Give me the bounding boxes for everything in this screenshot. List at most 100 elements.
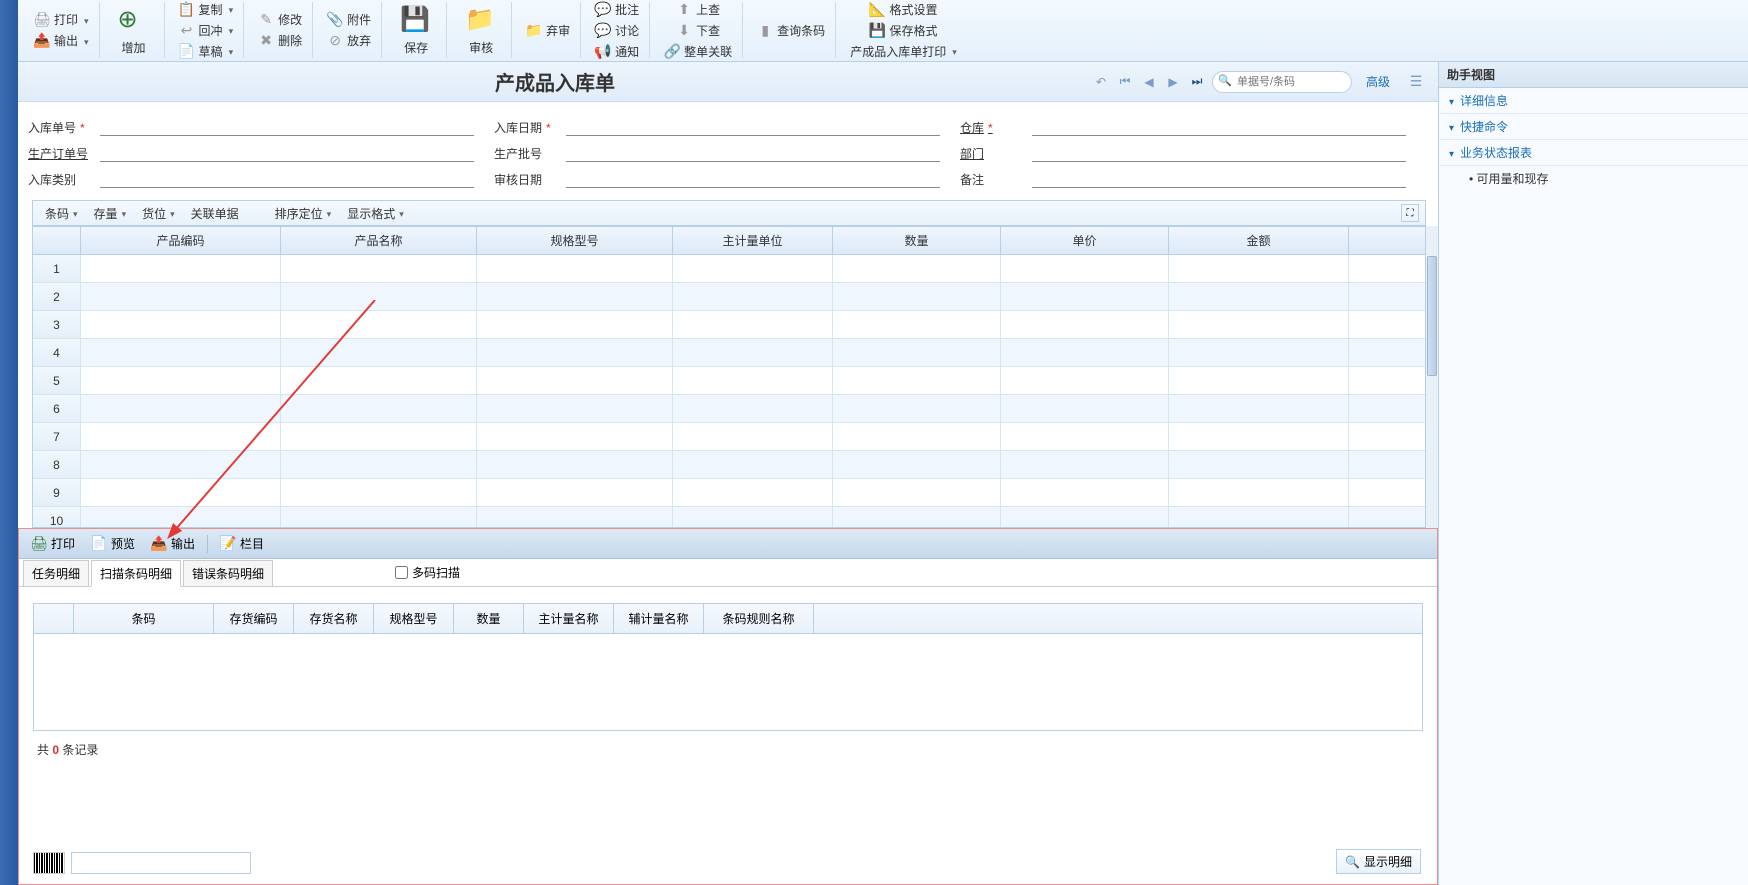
sg-invname[interactable]: 存货名称 xyxy=(294,604,374,633)
last-icon[interactable]: ⏭ xyxy=(1188,73,1206,91)
next-icon[interactable]: ▶ xyxy=(1164,73,1182,91)
delete-button[interactable]: ✖删除 xyxy=(254,30,306,51)
indate-input[interactable] xyxy=(566,118,940,136)
dept-input[interactable] xyxy=(1032,144,1406,162)
gt-reldoc[interactable]: 关联单据 xyxy=(185,203,245,224)
show-detail-button[interactable]: 🔍显示明细 xyxy=(1336,849,1421,874)
tab-scan[interactable]: 扫描条码明细 xyxy=(91,560,181,587)
auditdate-input[interactable] xyxy=(566,170,940,188)
rp-sub-item[interactable]: 可用量和现存 xyxy=(1439,166,1748,191)
sub-preview[interactable]: 📄预览 xyxy=(85,533,141,554)
submit-button[interactable]: ⬆上查 xyxy=(672,0,724,20)
expand-icon[interactable]: ⛶ xyxy=(1401,204,1419,222)
sg-barcode[interactable]: 条码 xyxy=(74,604,214,633)
sg-spec[interactable]: 规格型号 xyxy=(374,604,454,633)
table-row[interactable]: 9 xyxy=(33,479,1425,507)
sub-cols[interactable]: 📝栏目 xyxy=(214,533,270,554)
remark-input[interactable] xyxy=(1032,170,1406,188)
tab-error[interactable]: 错误条码明细 xyxy=(183,560,273,586)
table-row[interactable]: 1 xyxy=(33,255,1425,283)
format-button[interactable]: 📐格式设置 xyxy=(865,0,941,20)
table-row[interactable]: 10 xyxy=(33,507,1425,527)
export-button[interactable]: 📤输出 xyxy=(30,30,93,51)
table-row[interactable]: 2 xyxy=(33,283,1425,311)
batch-input[interactable] xyxy=(566,144,940,162)
abandon-button[interactable]: ⊘放弃 xyxy=(323,30,375,51)
add-button[interactable]: ⊕增加 xyxy=(110,1,158,60)
revert-button[interactable]: ↩回冲 xyxy=(175,20,238,41)
list-view-icon[interactable]: ☰ xyxy=(1406,72,1426,92)
reject-button[interactable]: 📁弃审 xyxy=(522,20,574,41)
rownum-cell: 1 xyxy=(33,255,81,282)
right-panel: 助手视图 详细信息 快捷命令 业务状态报表 可用量和现存 xyxy=(1438,62,1748,885)
undo-icon[interactable]: ↶ xyxy=(1092,73,1110,91)
table-row[interactable]: 8 xyxy=(33,451,1425,479)
copy-button[interactable]: 📋复制 xyxy=(175,0,238,20)
multiscan-input[interactable] xyxy=(395,566,408,579)
intype-input[interactable] xyxy=(100,170,474,188)
draft-button[interactable]: 📄草稿 xyxy=(175,41,238,62)
warehouse-label: 仓库* xyxy=(960,119,1032,136)
document-title: 产成品入库单 xyxy=(18,67,1092,96)
warehouse-input[interactable] xyxy=(1032,118,1406,136)
scroll-thumb[interactable] xyxy=(1427,256,1437,376)
save-button[interactable]: 💾保存 xyxy=(392,1,440,60)
col-unit[interactable]: 主计量单位 xyxy=(673,227,833,254)
multiscan-checkbox[interactable]: 多码扫描 xyxy=(395,564,460,581)
lookdown-button[interactable]: ⬇下查 xyxy=(672,20,724,41)
gt-sort[interactable]: 排序定位 xyxy=(269,203,338,224)
modify-button[interactable]: ✎修改 xyxy=(254,9,306,30)
query-barcode-button[interactable]: ▮查询条码 xyxy=(753,20,829,41)
gt-stock[interactable]: 存量 xyxy=(88,203,133,224)
inno-input[interactable] xyxy=(100,118,474,136)
approve-icon: 💬 xyxy=(595,1,611,17)
save-format-button[interactable]: 💾保存格式 xyxy=(865,20,941,41)
print-button[interactable]: 🖨打印 xyxy=(30,9,93,30)
table-row[interactable]: 5 xyxy=(33,367,1425,395)
review-button[interactable]: 📁审核 xyxy=(457,1,505,60)
table-row[interactable]: 4 xyxy=(33,339,1425,367)
rp-title: 助手视图 xyxy=(1439,62,1748,88)
rp-shortcut[interactable]: 快捷命令 xyxy=(1439,114,1748,140)
prev-icon[interactable]: ◀ xyxy=(1140,73,1158,91)
col-name[interactable]: 产品名称 xyxy=(281,227,477,254)
prodorder-input[interactable] xyxy=(100,144,474,162)
preview-icon: 📄 xyxy=(91,536,107,552)
sg-rownum xyxy=(34,604,74,633)
table-row[interactable]: 6 xyxy=(33,395,1425,423)
discuss-button[interactable]: 💬讨论 xyxy=(591,20,643,41)
add-icon: ⊕ xyxy=(118,5,150,37)
table-row[interactable]: 3 xyxy=(33,311,1425,339)
approve-button[interactable]: 💬批注 xyxy=(591,0,643,20)
grid-scrollbar[interactable] xyxy=(1426,226,1438,528)
gt-dispfmt[interactable]: 显示格式 xyxy=(341,203,410,224)
search-input[interactable] xyxy=(1212,71,1352,93)
sub-print[interactable]: 🖨打印 xyxy=(25,533,81,554)
rownum-cell: 7 xyxy=(33,423,81,450)
col-code[interactable]: 产品编码 xyxy=(81,227,281,254)
col-amount[interactable]: 金额 xyxy=(1169,227,1349,254)
col-spec[interactable]: 规格型号 xyxy=(477,227,673,254)
gt-loc[interactable]: 货位 xyxy=(136,203,181,224)
rp-bizstate[interactable]: 业务状态报表 xyxy=(1439,140,1748,166)
col-price[interactable]: 单价 xyxy=(1001,227,1169,254)
dept-label: 部门 xyxy=(960,145,1032,162)
print-template-button[interactable]: 产成品入库单打印 xyxy=(846,41,961,62)
attach-button[interactable]: 📎附件 xyxy=(323,9,375,30)
barcode-input[interactable] xyxy=(71,852,251,874)
col-qty[interactable]: 数量 xyxy=(833,227,1001,254)
sg-rule[interactable]: 条码规则名称 xyxy=(704,604,814,633)
rp-detail[interactable]: 详细信息 xyxy=(1439,88,1748,114)
gt-barcode[interactable]: 条码 xyxy=(39,203,84,224)
first-icon[interactable]: ⏮ xyxy=(1116,73,1134,91)
sg-qty[interactable]: 数量 xyxy=(454,604,524,633)
sg-auxunit[interactable]: 辅计量名称 xyxy=(614,604,704,633)
sub-export[interactable]: 📤输出 xyxy=(145,533,201,554)
tab-task[interactable]: 任务明细 xyxy=(23,560,89,586)
notify-button[interactable]: 📢通知 xyxy=(591,41,643,62)
relate-button[interactable]: 🔗整单关联 xyxy=(660,41,736,62)
sg-mainunit[interactable]: 主计量名称 xyxy=(524,604,614,633)
advanced-link[interactable]: 高级 xyxy=(1366,73,1390,90)
sg-invcode[interactable]: 存货编码 xyxy=(214,604,294,633)
table-row[interactable]: 7 xyxy=(33,423,1425,451)
